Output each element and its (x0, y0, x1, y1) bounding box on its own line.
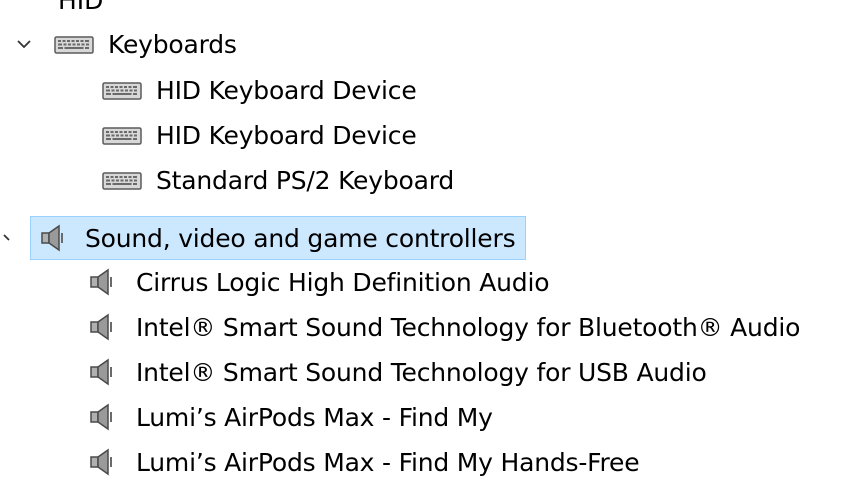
category-keyboards-label: Keyboards (108, 29, 237, 59)
clipped-tree-item: HID (58, 0, 104, 15)
speaker-icon (88, 357, 116, 387)
speaker-icon (88, 447, 116, 477)
speaker-icon (88, 402, 116, 432)
keyboards-expand-chevron-icon[interactable] (14, 34, 34, 54)
device-item[interactable]: Intel® Smart Sound Technology for USB Au… (84, 352, 711, 392)
device-label: HID Keyboard Device (156, 120, 417, 150)
device-label: Standard PS/2 Keyboard (156, 165, 455, 195)
speaker-icon (88, 312, 116, 342)
device-label: HID Keyboard Device (156, 75, 417, 105)
device-item[interactable]: HID Keyboard Device (102, 115, 421, 155)
device-label: Cirrus Logic High Definition Audio (136, 267, 550, 297)
keyboard-icon (102, 168, 142, 192)
keyboard-icon (102, 123, 142, 147)
device-item[interactable]: HID Keyboard Device (102, 70, 421, 110)
speaker-icon (88, 267, 116, 297)
device-label: Lumi’s AirPods Max - Find My (136, 402, 493, 432)
keyboard-icon (102, 78, 142, 102)
speaker-icon (39, 223, 67, 253)
device-label: Lumi’s AirPods Max - Find My Hands-Free (136, 447, 640, 477)
category-keyboards[interactable]: Keyboards (54, 24, 241, 64)
device-manager-tree: HID Keyboards HID Keyboard Device HID Ke… (0, 0, 846, 479)
device-item[interactable]: Lumi’s AirPods Max - Find My (84, 397, 497, 437)
device-item[interactable]: Cirrus Logic High Definition Audio (84, 262, 553, 302)
category-sound-video-game-controllers[interactable]: Sound, video and game controllers (30, 216, 527, 260)
device-label: Intel® Smart Sound Technology for USB Au… (136, 357, 707, 387)
device-item[interactable]: Lumi’s AirPods Max - Find My Hands-Free (84, 442, 643, 479)
device-item[interactable]: Standard PS/2 Keyboard (102, 160, 458, 200)
sound-expand-chevron-icon[interactable] (0, 228, 12, 248)
device-label: Intel® Smart Sound Technology for Blueto… (136, 312, 801, 342)
category-sound-label: Sound, video and game controllers (85, 223, 516, 253)
keyboard-icon (54, 32, 94, 56)
device-item[interactable]: Intel® Smart Sound Technology for Blueto… (84, 307, 804, 347)
